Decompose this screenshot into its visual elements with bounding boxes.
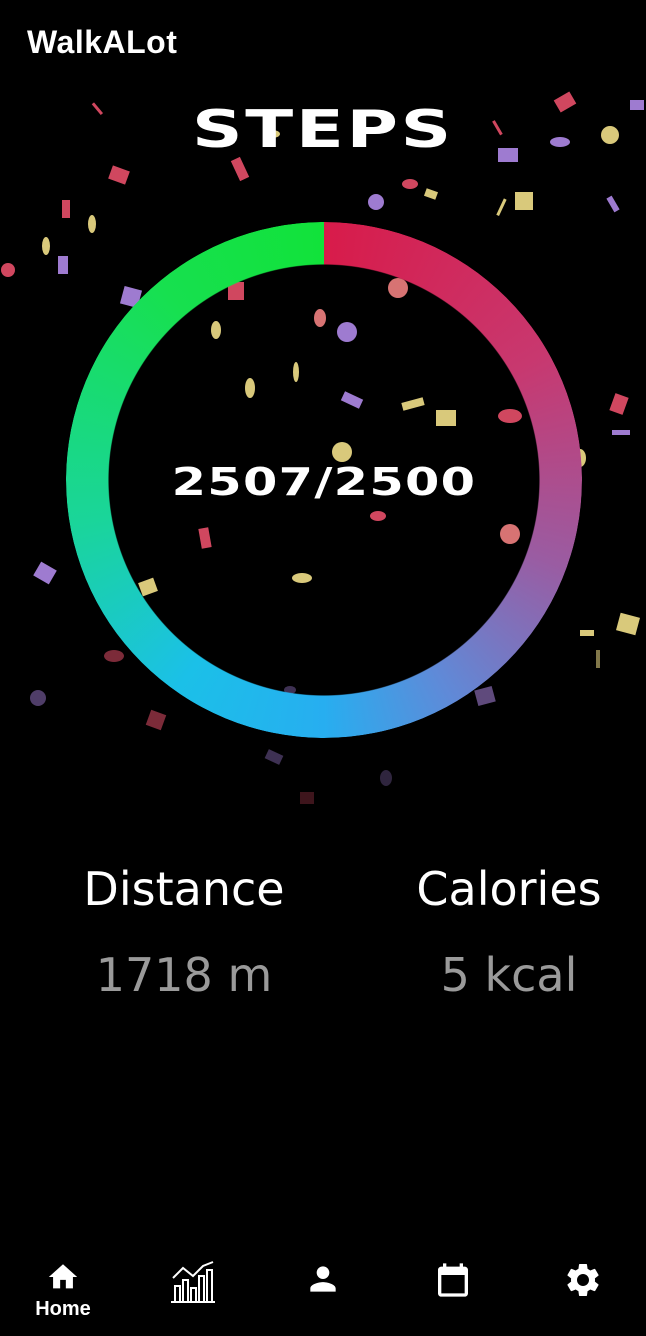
nav-statistics[interactable] xyxy=(160,1248,226,1336)
profile-icon xyxy=(310,1266,336,1292)
calories-label: Calories xyxy=(416,862,602,916)
nav-settings[interactable] xyxy=(550,1248,616,1336)
steps-heading: STEPS xyxy=(192,100,454,160)
distance-stat: Distance 1718 m xyxy=(70,862,298,1002)
nav-calendar[interactable] xyxy=(420,1248,486,1336)
nav-home[interactable]: Home xyxy=(30,1248,96,1336)
distance-value: 1718 m xyxy=(95,948,273,1002)
chart-icon xyxy=(171,1261,215,1303)
calendar-icon xyxy=(438,1263,468,1297)
steps-progress-ring: 2507/2500 xyxy=(66,222,582,738)
bottom-navigation: Home xyxy=(0,1248,646,1336)
distance-label: Distance xyxy=(83,862,285,916)
calories-value: 5 kcal xyxy=(440,948,578,1002)
calories-stat: Calories 5 kcal xyxy=(398,862,620,1002)
home-icon xyxy=(48,1264,78,1289)
nav-profile[interactable] xyxy=(290,1248,356,1336)
settings-icon xyxy=(567,1264,599,1296)
steps-count: 2507/2500 xyxy=(171,460,477,504)
nav-home-label: Home xyxy=(35,1298,91,1320)
